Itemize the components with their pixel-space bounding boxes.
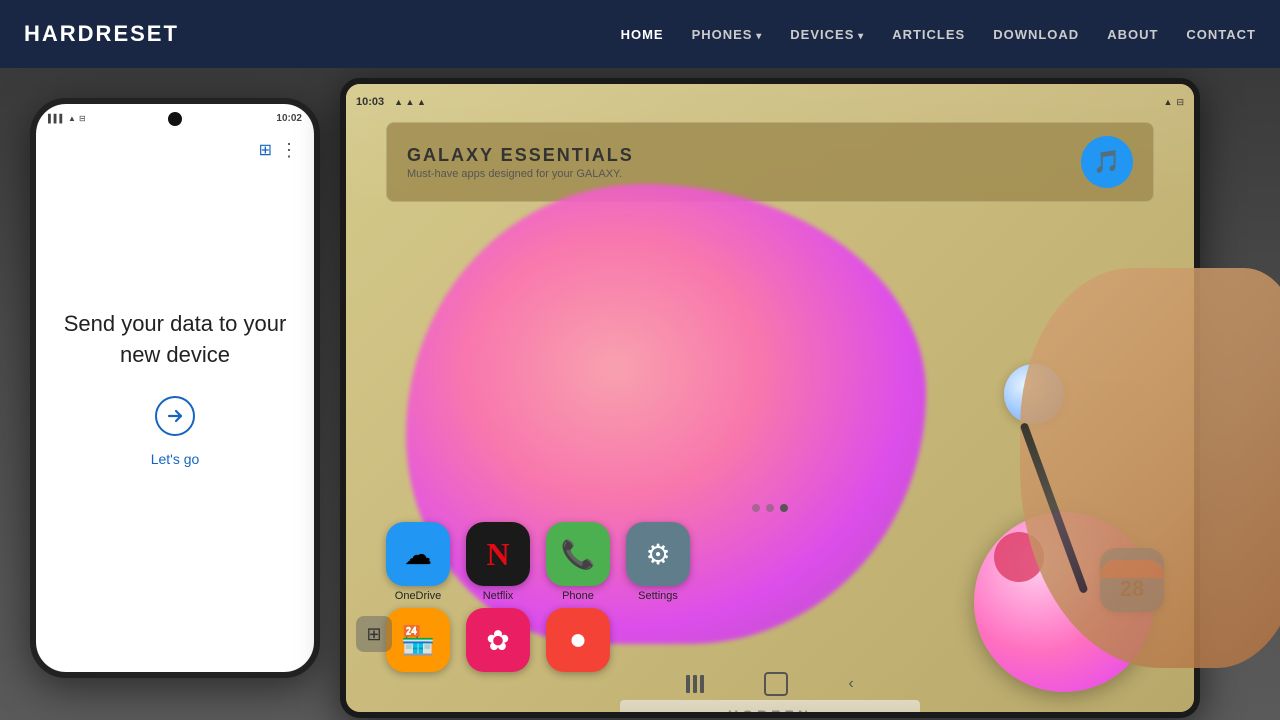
wifi-icon: ▲ xyxy=(68,114,76,123)
settings-icon: ⚙ xyxy=(626,522,690,586)
app-icon-netflix[interactable]: N Netflix xyxy=(466,522,530,602)
screen-recorder-icon: ⏺ xyxy=(546,608,610,672)
app-icon-screen-recorder[interactable]: ⏺ xyxy=(546,608,610,672)
banner-subtitle: Must-have apps designed for your GALAXY. xyxy=(407,168,634,180)
site-logo[interactable]: HARDRESET xyxy=(24,21,179,47)
bixby-icon: ✿ xyxy=(466,608,530,672)
recent-apps-button[interactable] xyxy=(686,675,704,693)
onedrive-icon: ☁ xyxy=(386,522,450,586)
nav-phones[interactable]: PHONES xyxy=(692,27,763,42)
tablet-status-bar: 10:03 ▲ ▲ ▲ ▲ ⊟ xyxy=(356,90,1184,114)
store-icon: 🏪 xyxy=(386,608,450,672)
banner-text: GALAXY ESSENTIALS Must-have apps designe… xyxy=(407,145,634,180)
nav-home[interactable]: HOME xyxy=(621,27,664,42)
home-button[interactable] xyxy=(764,672,788,696)
page-dots-indicator xyxy=(752,504,788,512)
dot-1 xyxy=(752,504,760,512)
banner-music-icon: 🎵 xyxy=(1081,136,1133,188)
app-icon-settings[interactable]: ⚙ Settings xyxy=(626,522,690,602)
app-icon-phone[interactable]: 📞 Phone xyxy=(546,522,610,602)
tablet-bottom-nav: ‹ xyxy=(346,664,1194,704)
netflix-label: Netflix xyxy=(483,590,514,602)
dot-2 xyxy=(766,504,774,512)
phone-screen: ▌▌▌ ▲ ⊟ 10:02 ⊞ ⋮ Send your data to your… xyxy=(36,104,314,672)
tablet-battery-icon: ⊟ xyxy=(1176,97,1184,108)
galaxy-essentials-banner[interactable]: GALAXY ESSENTIALS Must-have apps designe… xyxy=(386,122,1154,202)
nav-download[interactable]: DOWNLOAD xyxy=(993,27,1079,42)
back-button[interactable]: ‹ xyxy=(848,675,853,693)
phone-app-icon: 📞 xyxy=(546,522,610,586)
nav-about[interactable]: ABOUT xyxy=(1107,27,1158,42)
banner-title: GALAXY ESSENTIALS xyxy=(407,145,634,166)
tablet-stand: UGREEN xyxy=(620,700,920,712)
phone-main-area: Send your data to your new device Let's … xyxy=(36,289,314,487)
nav-articles[interactable]: ARTICLES xyxy=(892,27,965,42)
phone-time: 10:02 xyxy=(276,113,302,124)
main-content: ▌▌▌ ▲ ⊟ 10:02 ⊞ ⋮ Send your data to your… xyxy=(0,68,1280,720)
phone-arrow-button[interactable] xyxy=(150,391,200,441)
tablet-wifi-icon: ▲ xyxy=(1164,97,1173,107)
battery-icon: ⊟ xyxy=(79,114,86,123)
signal-icon: ▌▌▌ xyxy=(48,114,65,123)
onedrive-label: OneDrive xyxy=(395,590,441,602)
lets-go-label[interactable]: Let's go xyxy=(56,451,294,467)
nav-links: HOME PHONES DEVICES ARTICLES DOWNLOAD AB… xyxy=(621,27,1256,42)
phone-top-bar: ⊞ ⋮ xyxy=(36,132,314,168)
dot-3-active xyxy=(780,504,788,512)
app-icon-bixby[interactable]: ✿ xyxy=(466,608,530,672)
tablet-time: 10:03 xyxy=(356,96,384,108)
app-icon-onedrive[interactable]: ☁ OneDrive xyxy=(386,522,450,602)
tablet-left-icon[interactable]: ⊞ xyxy=(356,616,392,652)
menu-dots-icon[interactable]: ⋮ xyxy=(280,140,298,161)
tablet-status-right: ▲ ⊟ xyxy=(1164,97,1184,108)
navbar: HARDRESET HOME PHONES DEVICES ARTICLES D… xyxy=(0,0,1280,68)
phone-notch xyxy=(168,112,182,126)
phone-app-label: Phone xyxy=(562,590,594,602)
tablet-signal-icon: ▲ ▲ ▲ xyxy=(394,97,426,107)
app-icon-store[interactable]: 🏪 xyxy=(386,608,450,672)
phone-device: ▌▌▌ ▲ ⊟ 10:02 ⊞ ⋮ Send your data to your… xyxy=(30,98,320,678)
phone-main-heading: Send your data to your new device xyxy=(56,309,294,371)
nav-contact[interactable]: CONTACT xyxy=(1186,27,1256,42)
settings-label: Settings xyxy=(638,590,678,602)
grid-icon[interactable]: ⊞ xyxy=(259,140,272,160)
nav-devices[interactable]: DEVICES xyxy=(790,27,864,42)
netflix-icon: N xyxy=(466,522,530,586)
phone-status-icons: ▌▌▌ ▲ ⊟ xyxy=(48,114,86,123)
